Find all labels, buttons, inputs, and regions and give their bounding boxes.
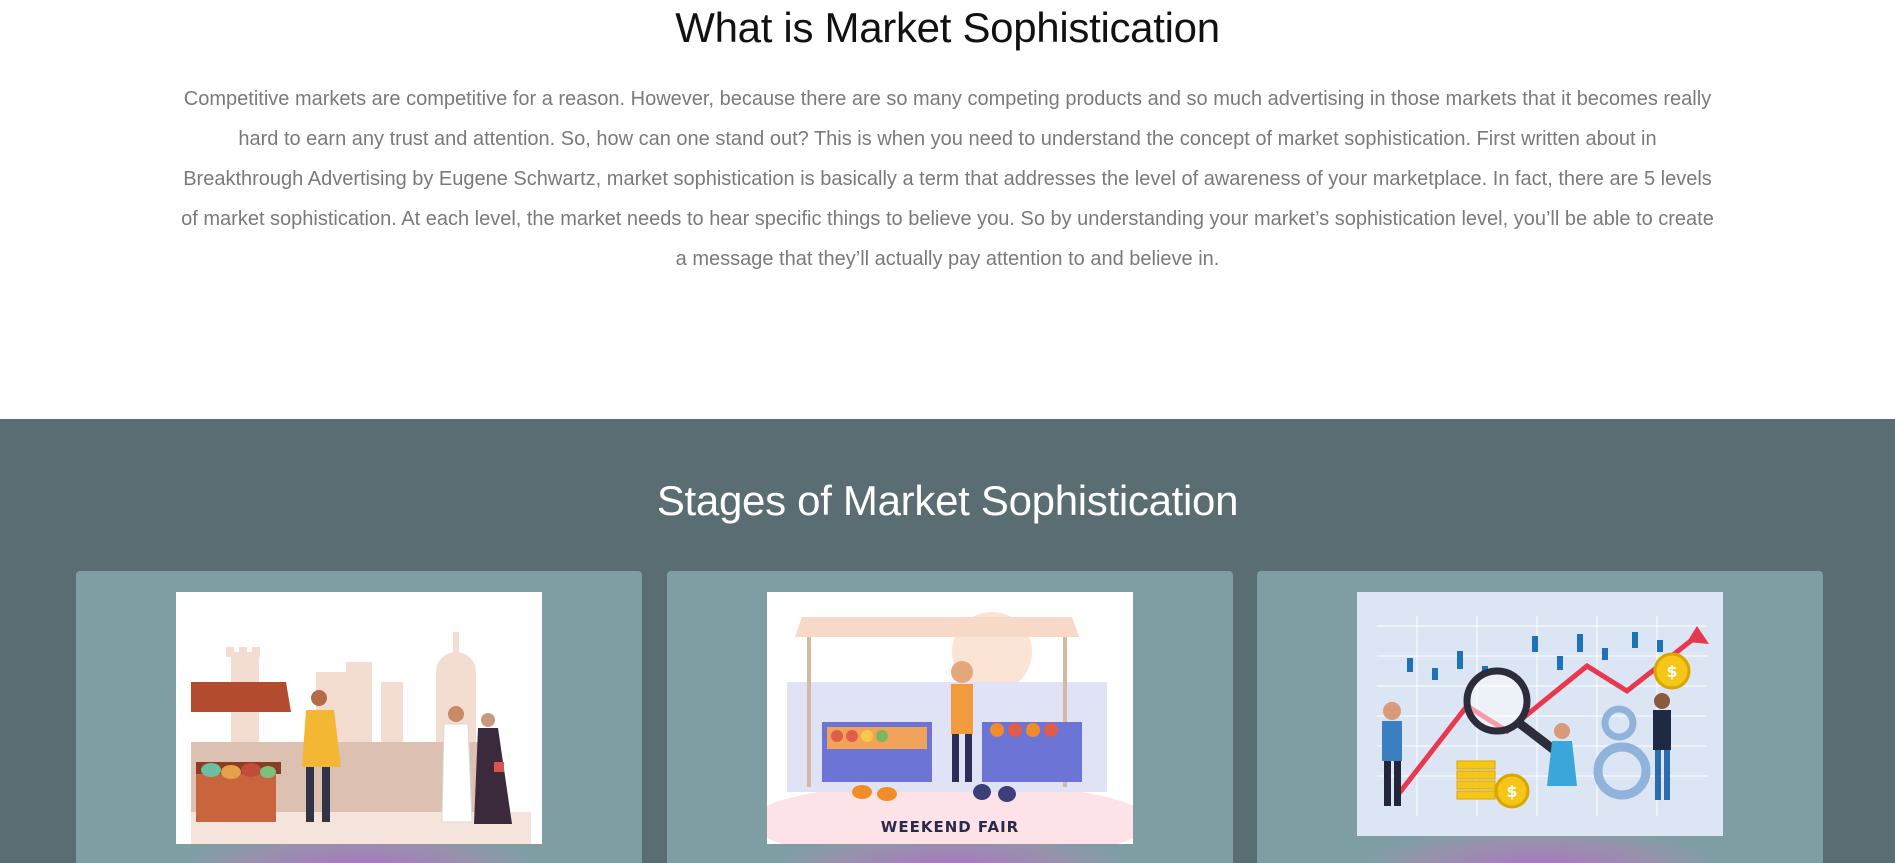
- bazaar-market-illustration: [176, 592, 542, 844]
- stage-card-3[interactable]: $ $: [1257, 571, 1823, 863]
- stages-section: Stages of Market Sophistication WEEKEND …: [0, 419, 1895, 863]
- bazaar-illustration-svg: [176, 592, 542, 844]
- stage-card-1[interactable]: [76, 571, 642, 863]
- coin-symbol: $: [1666, 662, 1677, 681]
- weekend-fair-illustration: WEEKEND FAIR: [767, 592, 1133, 844]
- market-growth-chart-illustration: $ $: [1357, 592, 1723, 836]
- growth-illustration-svg: $ $: [1357, 596, 1723, 836]
- weekend-fair-text: WEEKEND FAIR: [880, 818, 1020, 836]
- intro-section: What is Market Sophistication Competitiv…: [0, 0, 1895, 419]
- stages-title: Stages of Market Sophistication: [656, 477, 1239, 524]
- stage-card-2[interactable]: WEEKEND FAIR: [667, 571, 1233, 863]
- intro-body: Competitive markets are competitive for …: [181, 88, 1714, 270]
- intro-title: What is Market Sophistication: [675, 4, 1220, 51]
- fair-illustration-svg: [767, 592, 1133, 844]
- coin-symbol: $: [1506, 782, 1517, 801]
